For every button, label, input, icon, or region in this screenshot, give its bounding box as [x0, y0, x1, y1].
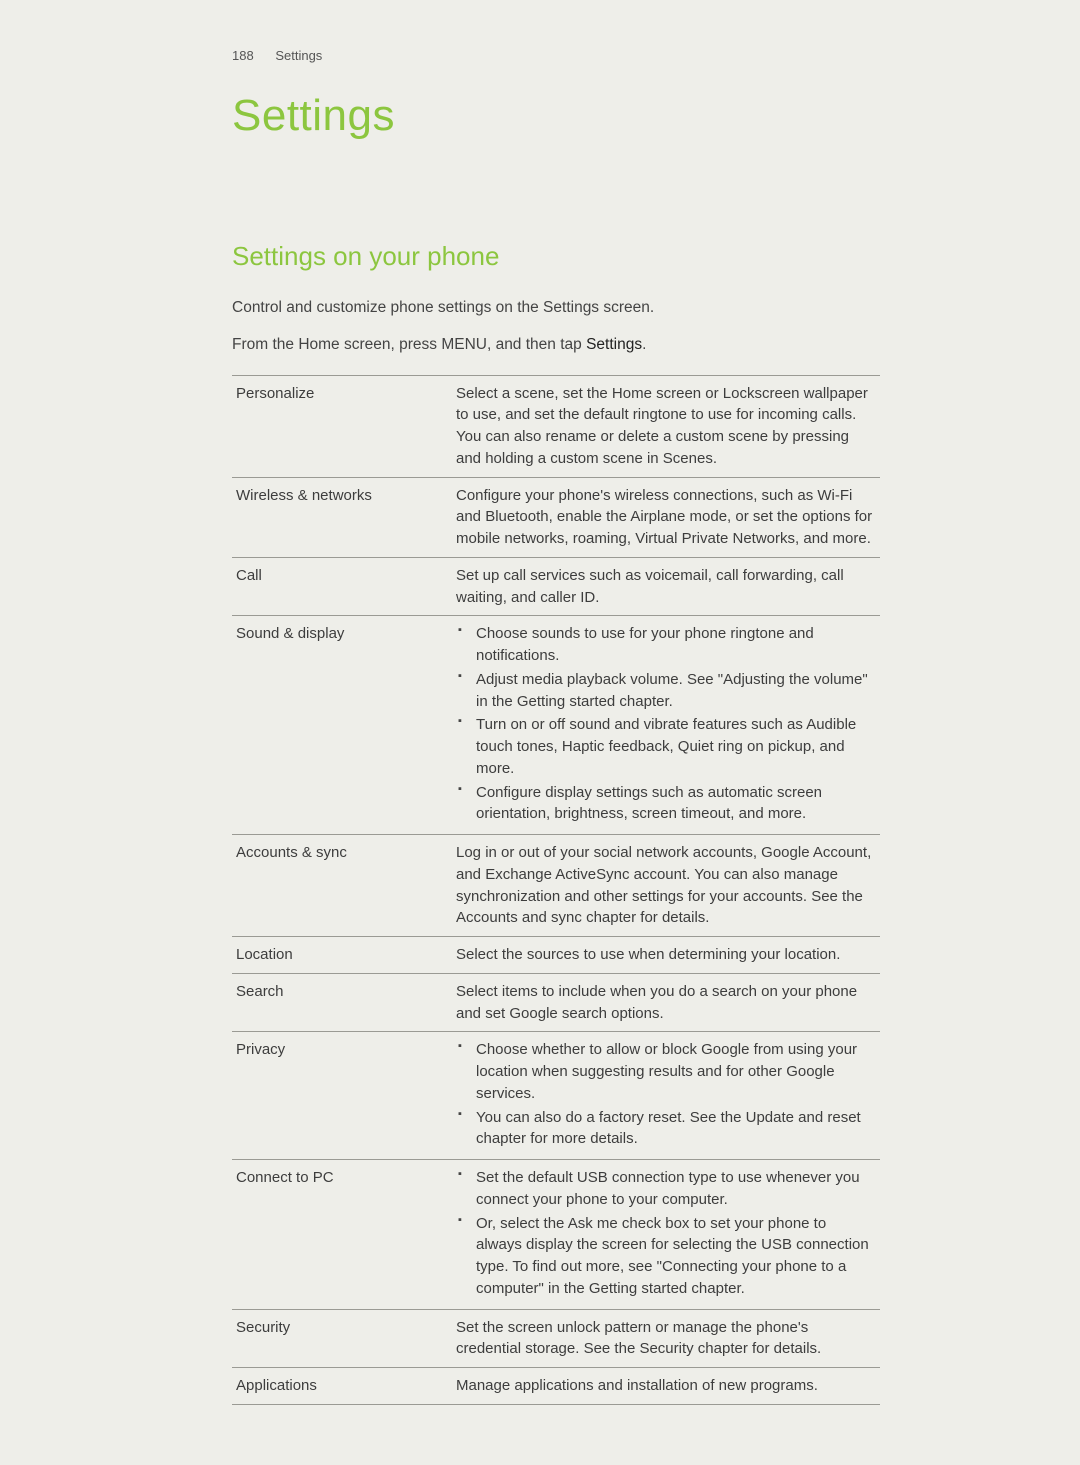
- table-row: Connect to PC Set the default USB connect…: [232, 1160, 880, 1310]
- setting-label: Privacy: [232, 1032, 452, 1160]
- setting-label: Applications: [232, 1368, 452, 1405]
- list-item: Adjust media playback volume. See "Adjus…: [472, 669, 876, 713]
- table-row: Accounts & syncLog in or out of your soc…: [232, 835, 880, 937]
- setting-label: Personalize: [232, 375, 452, 477]
- setting-label: Sound & display: [232, 616, 452, 835]
- setting-description: Select the sources to use when determini…: [452, 937, 880, 974]
- bullet-list: Choose sounds to use for your phone ring…: [456, 623, 876, 825]
- intro-2-suffix: .: [642, 336, 646, 353]
- setting-label: Accounts & sync: [232, 835, 452, 937]
- running-header: 188 Settings: [232, 48, 880, 63]
- intro-paragraph-1: Control and customize phone settings on …: [232, 296, 880, 319]
- list-item: Turn on or off sound and vibrate feature…: [472, 714, 876, 779]
- table-row: SecuritySet the screen unlock pattern or…: [232, 1309, 880, 1368]
- header-section: Settings: [275, 48, 322, 63]
- setting-description: Set the screen unlock pattern or manage …: [452, 1309, 880, 1368]
- setting-label: Call: [232, 557, 452, 616]
- setting-description: Select a scene, set the Home screen or L…: [452, 375, 880, 477]
- intro-2-bold: Settings: [586, 336, 642, 353]
- setting-label: Wireless & networks: [232, 477, 452, 557]
- list-item: Set the default USB connection type to u…: [472, 1167, 876, 1211]
- setting-description: Configure your phone's wireless connecti…: [452, 477, 880, 557]
- intro-paragraph-2: From the Home screen, press MENU, and th…: [232, 333, 880, 356]
- table-row: Privacy Choose whether to allow or block …: [232, 1032, 880, 1160]
- table-row: CallSet up call services such as voicema…: [232, 557, 880, 616]
- table-row: Sound & display Choose sounds to use for …: [232, 616, 880, 835]
- setting-description: Choose sounds to use for your phone ring…: [452, 616, 880, 835]
- setting-label: Connect to PC: [232, 1160, 452, 1310]
- table-row: LocationSelect the sources to use when d…: [232, 937, 880, 974]
- page-title: Settings: [232, 91, 880, 141]
- table-row: SearchSelect items to include when you d…: [232, 973, 880, 1032]
- list-item: Or, select the Ask me check box to set y…: [472, 1213, 876, 1300]
- settings-table: PersonalizeSelect a scene, set the Home …: [232, 375, 880, 1405]
- list-item: You can also do a factory reset. See the…: [472, 1107, 876, 1151]
- list-item: Choose whether to allow or block Google …: [472, 1039, 876, 1104]
- bullet-list: Set the default USB connection type to u…: [456, 1167, 876, 1300]
- setting-description: Select items to include when you do a se…: [452, 973, 880, 1032]
- intro-2-prefix: From the Home screen, press MENU, and th…: [232, 336, 586, 353]
- table-row: ApplicationsManage applications and inst…: [232, 1368, 880, 1405]
- list-item: Choose sounds to use for your phone ring…: [472, 623, 876, 667]
- setting-label: Search: [232, 973, 452, 1032]
- setting-label: Security: [232, 1309, 452, 1368]
- page-content: 188 Settings Settings Settings on your p…: [0, 0, 1080, 1465]
- list-item: Configure display settings such as autom…: [472, 782, 876, 826]
- setting-label: Location: [232, 937, 452, 974]
- setting-description: Manage applications and installation of …: [452, 1368, 880, 1405]
- table-row: PersonalizeSelect a scene, set the Home …: [232, 375, 880, 477]
- setting-description: Log in or out of your social network acc…: [452, 835, 880, 937]
- setting-description: Choose whether to allow or block Google …: [452, 1032, 880, 1160]
- section-heading: Settings on your phone: [232, 241, 880, 272]
- table-row: Wireless & networksConfigure your phone'…: [232, 477, 880, 557]
- setting-description: Set the default USB connection type to u…: [452, 1160, 880, 1310]
- bullet-list: Choose whether to allow or block Google …: [456, 1039, 876, 1150]
- setting-description: Set up call services such as voicemail, …: [452, 557, 880, 616]
- page-number: 188: [232, 48, 254, 63]
